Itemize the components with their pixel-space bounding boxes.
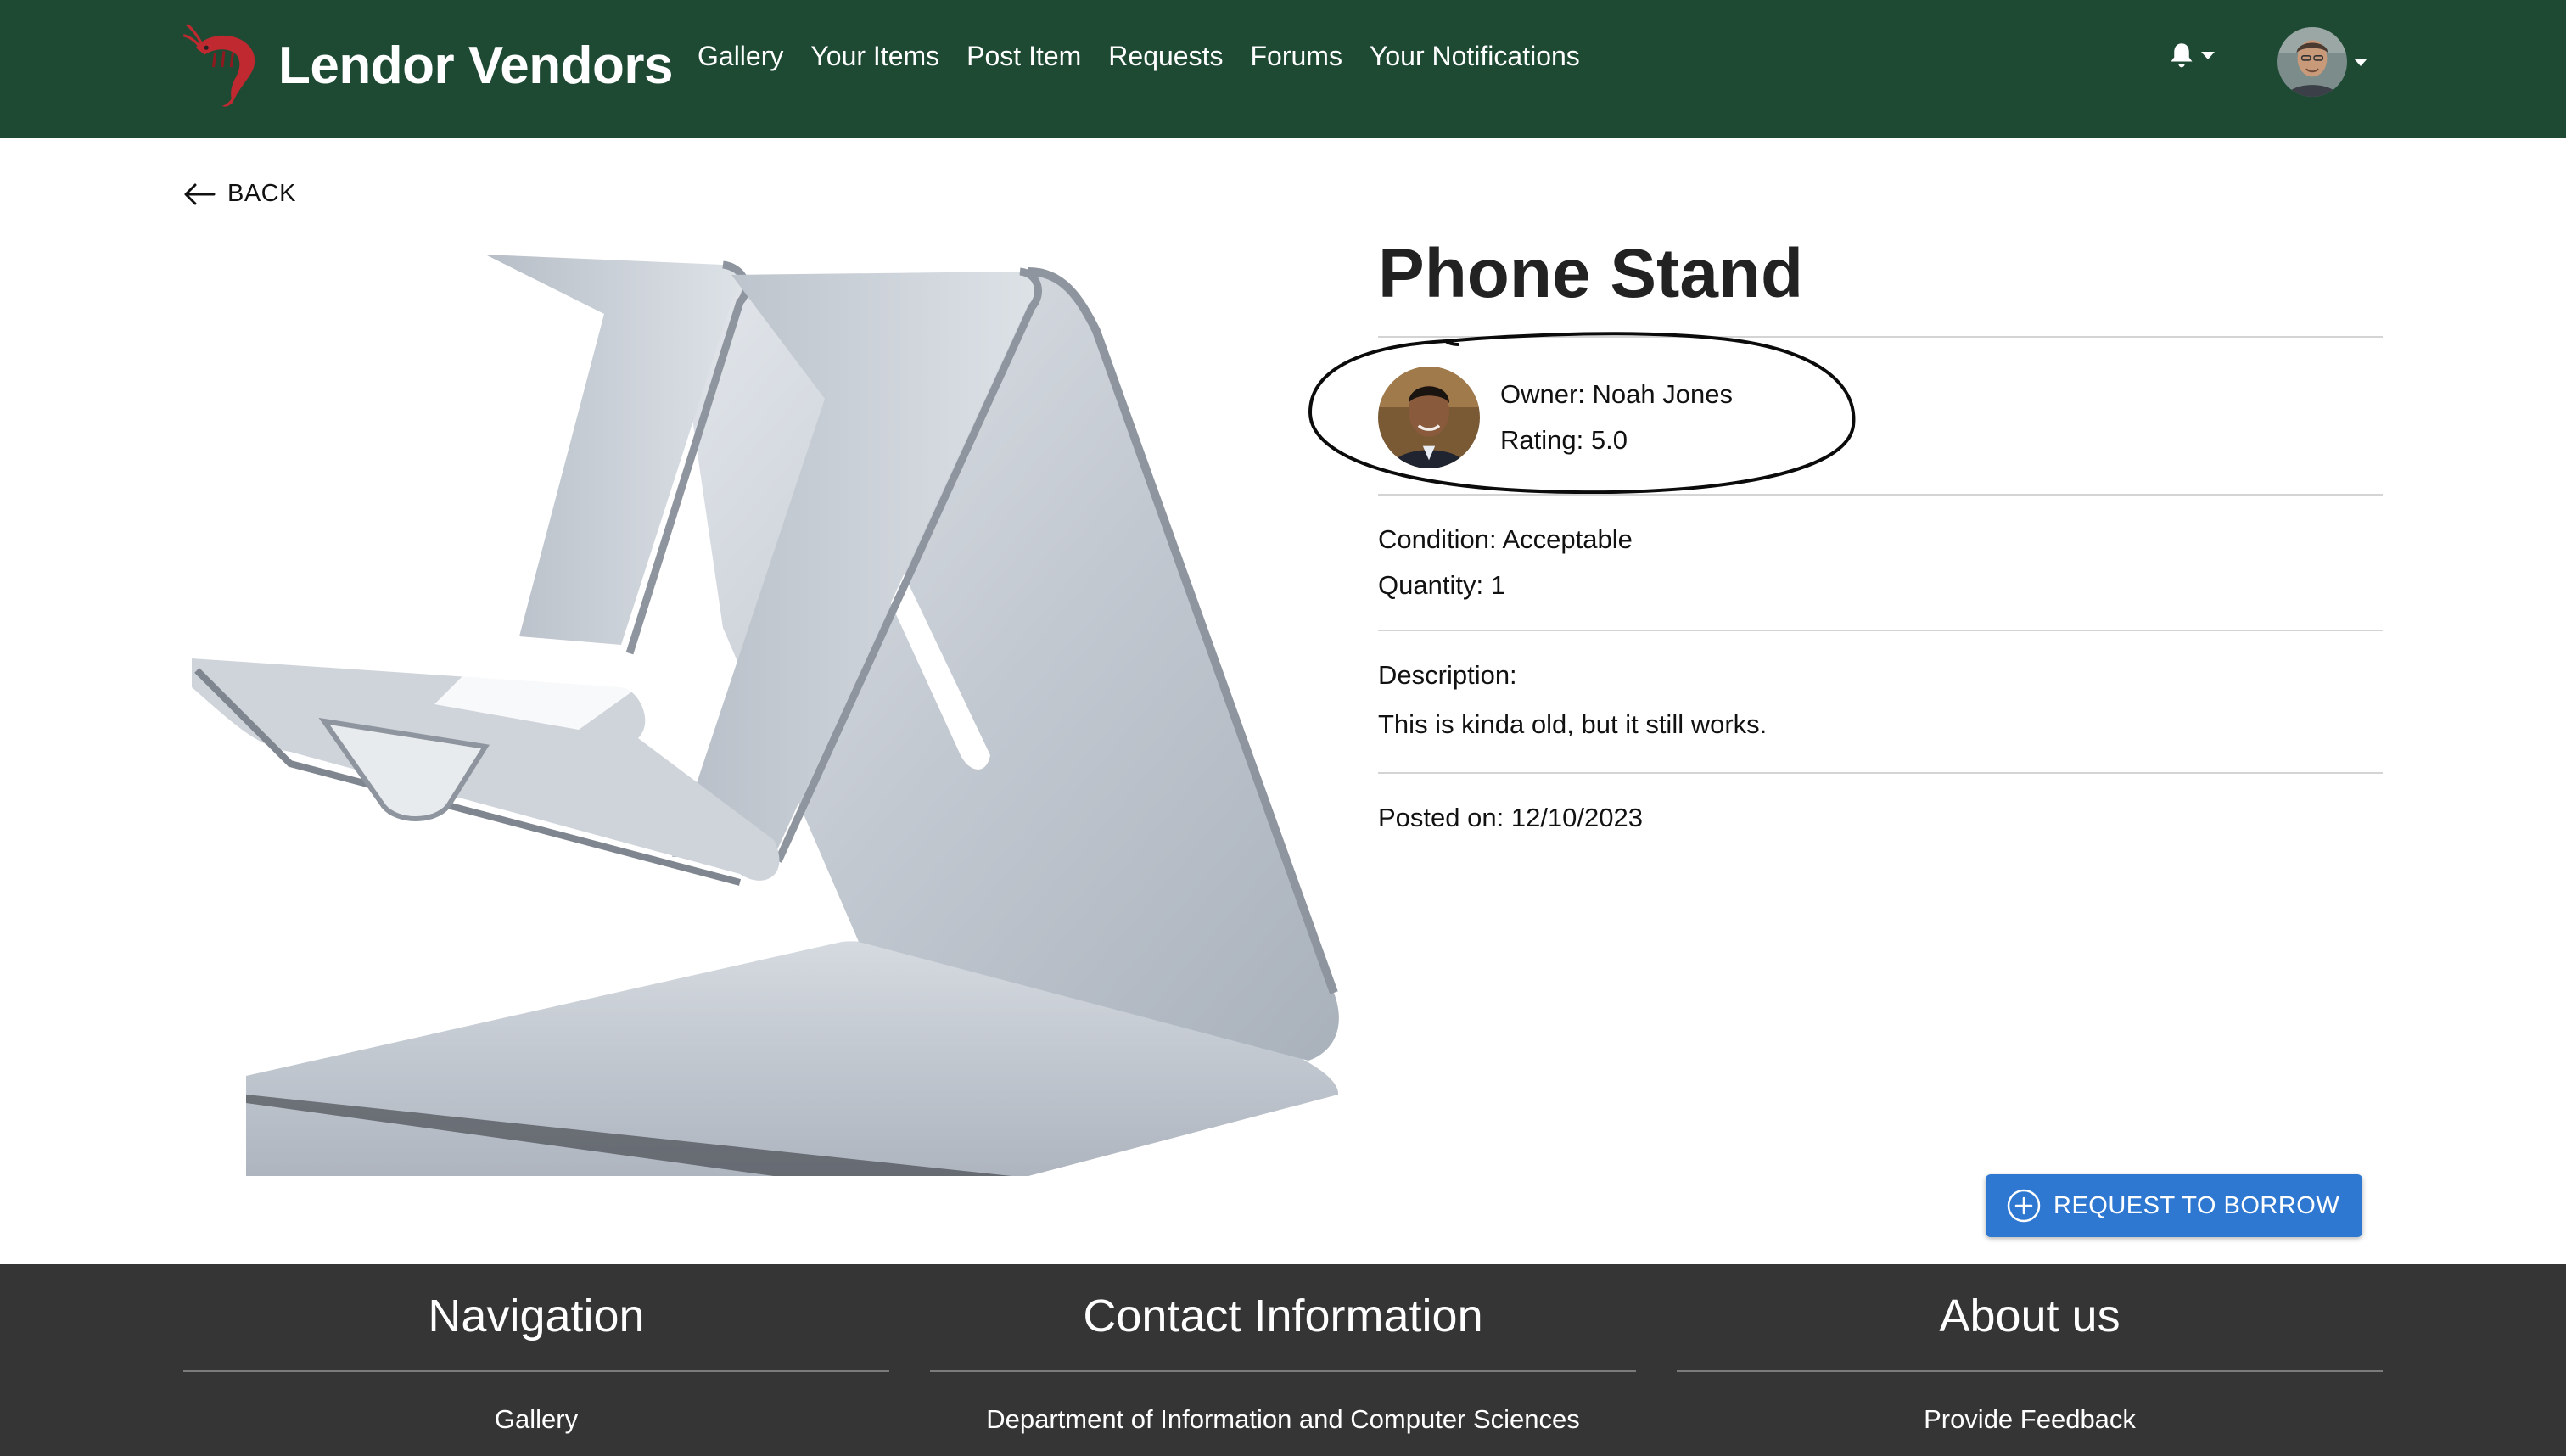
owner-avatar (1378, 367, 1480, 468)
back-button[interactable]: BACK (183, 180, 296, 208)
user-menu-dropdown[interactable] (2277, 27, 2367, 97)
nav-gallery[interactable]: Gallery (698, 41, 783, 72)
description-label: Description: (1378, 660, 1517, 690)
condition-text: Condition: Acceptable (1378, 524, 1633, 554)
brand-name: Lendor Vendors (278, 36, 673, 95)
nav-requests[interactable]: Requests (1108, 41, 1223, 72)
chevron-down-icon (2201, 51, 2215, 59)
request-to-borrow-label: REQUEST TO BORROW (2053, 1191, 2340, 1219)
divider (1677, 1370, 2383, 1373)
nav-your-notifications[interactable]: Your Notifications (1370, 41, 1580, 72)
divider (1378, 336, 2383, 338)
footer-about-title: About us (1939, 1291, 2121, 1341)
shrimp-logo-icon (182, 23, 255, 107)
divider (1378, 772, 2383, 774)
chevron-down-icon (2354, 58, 2367, 66)
owner-name: Owner: Noah Jones (1500, 379, 1733, 409)
footer-link-gallery[interactable]: Gallery (183, 1404, 889, 1435)
footer: Navigation Gallery Contact Information D… (0, 1264, 2566, 1456)
request-to-borrow-button[interactable]: REQUEST TO BORROW (1986, 1174, 2362, 1237)
footer-navigation: Navigation Gallery (183, 1291, 889, 1435)
footer-contact-title: Contact Information (1083, 1291, 1483, 1341)
product-image (192, 255, 1339, 1176)
owner-text: Owner: Noah Jones Rating: 5.0 (1500, 372, 1733, 463)
item-details: Phone Stand (1378, 222, 2383, 309)
footer-contact-department: Department of Information and Computer S… (986, 1404, 1580, 1435)
notifications-dropdown[interactable] (2169, 41, 2215, 70)
owner-rating: Rating: 5.0 (1500, 425, 1628, 455)
footer-about: About us Provide Feedback (1677, 1291, 2383, 1435)
nav-forums[interactable]: Forums (1250, 41, 1342, 72)
bell-icon (2171, 43, 2193, 68)
divider (930, 1370, 1636, 1373)
footer-navigation-title: Navigation (428, 1291, 645, 1341)
main-nav: Gallery Your Items Post Item Requests Fo… (698, 41, 1607, 72)
owner-info[interactable]: Owner: Noah Jones Rating: 5.0 (1378, 367, 1733, 468)
plus-circle-icon (2007, 1189, 2041, 1223)
arrow-left-icon (184, 183, 216, 204)
divider (183, 1370, 889, 1373)
posted-date: Posted on: 12/10/2023 (1378, 803, 1643, 832)
back-label: BACK (227, 180, 296, 207)
item-title: Phone Stand (1378, 235, 1804, 312)
footer-link-provide-feedback[interactable]: Provide Feedback (1677, 1404, 2383, 1435)
nav-post-item[interactable]: Post Item (966, 41, 1081, 72)
footer-contact: Contact Information Department of Inform… (930, 1291, 1636, 1435)
top-navbar: Lendor Vendors Gallery Your Items Post I… (0, 0, 2566, 138)
nav-your-items[interactable]: Your Items (810, 41, 939, 72)
quantity-text: Quantity: 1 (1378, 570, 1505, 600)
avatar (2277, 27, 2347, 97)
divider (1378, 630, 2383, 631)
brand-link[interactable]: Lendor Vendors (180, 19, 673, 112)
description-text: This is kinda old, but it still works. (1378, 709, 1768, 739)
divider (1378, 494, 2383, 496)
